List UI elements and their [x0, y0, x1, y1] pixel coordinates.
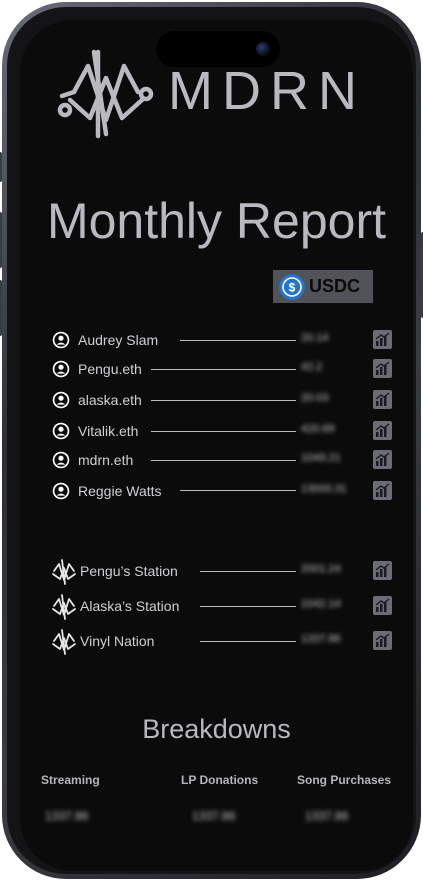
- station-amount: 2001.24: [301, 563, 341, 575]
- leader-line: [180, 340, 296, 341]
- user-avatar-icon: [52, 360, 70, 378]
- user-avatar-icon: [52, 331, 70, 349]
- action-button: [0, 152, 2, 182]
- page-title: Monthly Report: [46, 193, 387, 249]
- usdc-coin-icon: $: [279, 273, 305, 300]
- artist-name: Vitalik.eth: [78, 423, 139, 439]
- artist-amount: 1049.21: [301, 452, 341, 464]
- breakdown-value-streaming: 1337.86: [45, 809, 89, 823]
- bar-chart-icon[interactable]: [373, 330, 392, 349]
- artist-name: Pengu.eth: [78, 361, 142, 377]
- artist-name: mdrn.eth: [78, 452, 134, 468]
- leader-line: [151, 460, 296, 461]
- artist-row: Reggie Watts 13000.31: [20, 478, 413, 504]
- station-amount: 1042.14: [301, 598, 341, 610]
- user-avatar-icon: [52, 422, 70, 440]
- station-name: Pengu’s Station: [80, 563, 178, 579]
- currency-selector[interactable]: $ USDC: [273, 270, 373, 303]
- artist-row: Pengu.eth 42.2: [20, 356, 413, 382]
- breakdowns-heading: Breakdowns: [142, 714, 291, 744]
- bar-chart-icon[interactable]: [373, 421, 392, 440]
- currency-label: USDC: [309, 276, 361, 296]
- bar-chart-icon[interactable]: [373, 596, 392, 615]
- station-name: Alaska’s Station: [80, 598, 180, 614]
- artist-row: alaska.eth 20.03: [20, 387, 413, 413]
- phone-bezel: MDRN Monthly Report $ USDC Audrey Slam 2…: [7, 7, 416, 874]
- artist-name: Reggie Watts: [78, 483, 162, 499]
- screen: MDRN Monthly Report $ USDC Audrey Slam 2…: [20, 20, 413, 871]
- artist-amount: 42.2: [301, 361, 323, 373]
- camera-icon: [256, 42, 270, 56]
- leader-line: [151, 369, 296, 370]
- leader-line: [200, 606, 296, 607]
- breakdown-value-lp-donations: 1337.86: [192, 809, 236, 823]
- phone-frame: MDRN Monthly Report $ USDC Audrey Slam 2…: [0, 2, 423, 879]
- mdrn-logo-icon: [57, 49, 154, 139]
- leader-line: [151, 400, 296, 401]
- station-amount: 1337.86: [301, 633, 341, 645]
- svg-text:$: $: [289, 280, 296, 294]
- leader-line: [151, 431, 296, 432]
- breakdown-label-lp-donations: LP Donations: [181, 773, 259, 787]
- brand-name: MDRN: [168, 61, 366, 121]
- user-avatar-icon: [52, 482, 70, 500]
- mdrn-station-icon: [52, 594, 76, 620]
- artist-row: Vitalik.eth 420.69: [20, 418, 413, 444]
- leader-line: [200, 571, 296, 572]
- artist-row: Audrey Slam 20.14: [20, 327, 413, 353]
- artist-amount: 420.69: [301, 423, 335, 435]
- user-avatar-icon: [52, 391, 70, 409]
- bar-chart-icon[interactable]: [373, 450, 392, 469]
- bar-chart-icon[interactable]: [373, 359, 392, 378]
- bar-chart-icon[interactable]: [373, 390, 392, 409]
- artist-amount: 20.03: [301, 392, 329, 404]
- mdrn-station-icon: [52, 629, 76, 655]
- station-row: Vinyl Nation 1337.86: [20, 628, 413, 655]
- station-row: Pengu’s Station 2001.24: [20, 558, 413, 585]
- station-row: Alaska’s Station 1042.14: [20, 593, 413, 620]
- volume-down-button: [0, 280, 2, 336]
- breakdown-label-streaming: Streaming: [41, 773, 100, 787]
- user-avatar-icon: [52, 451, 70, 469]
- breakdown-label-song-purchases: Song Purchases: [297, 773, 392, 787]
- artist-name: alaska.eth: [78, 392, 142, 408]
- bar-chart-icon[interactable]: [373, 631, 392, 650]
- leader-line: [180, 490, 296, 491]
- volume-up-button: [0, 212, 2, 268]
- artist-amount: 13000.31: [301, 483, 347, 495]
- bar-chart-icon[interactable]: [373, 481, 392, 500]
- artist-amount: 20.14: [301, 332, 329, 344]
- artist-row: mdrn.eth 1049.21: [20, 447, 413, 473]
- breakdown-value-song-purchases: 1337.86: [305, 809, 349, 823]
- station-name: Vinyl Nation: [80, 633, 155, 649]
- mdrn-station-icon: [52, 559, 76, 585]
- leader-line: [200, 641, 296, 642]
- bar-chart-icon[interactable]: [373, 561, 392, 580]
- artist-name: Audrey Slam: [78, 332, 159, 348]
